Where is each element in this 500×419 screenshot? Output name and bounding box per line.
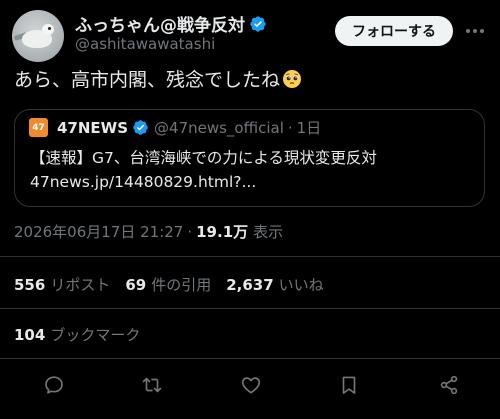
author-display-name[interactable]: ふっちゃん@戦争反対: [75, 11, 267, 36]
more-dot: [473, 29, 477, 33]
reposts-label: リポスト: [50, 276, 111, 294]
bookmarks-stat[interactable]: 104 ブックマーク: [14, 324, 140, 345]
share-icon[interactable]: [436, 372, 462, 398]
reply-icon[interactable]: [41, 372, 67, 398]
divider: [0, 358, 500, 359]
reposts-count: 556: [14, 275, 46, 294]
engagement-stats: 556 リポスト 69 件の引用 2,637 いいね: [14, 274, 339, 295]
quote-author-name[interactable]: 47NEWS: [57, 119, 128, 137]
repost-icon[interactable]: [139, 372, 165, 398]
tweet-text: あら、高市内閣、残念でしたね: [14, 69, 281, 91]
meta-separator: ·: [187, 222, 193, 241]
divider: [0, 256, 500, 257]
quote-body: 【速報】G7、台湾海峡での力による現状変更反対 47news.jp/144808…: [30, 146, 470, 194]
quotes-label: 件の引用: [151, 276, 212, 294]
bookmarks-count: 104: [14, 325, 46, 344]
quote-author-handle[interactable]: @47news_official: [154, 119, 284, 137]
quote-author-avatar[interactable]: 47: [29, 118, 48, 137]
verified-badge-icon: [249, 15, 267, 33]
likes-count: 2,637: [226, 275, 274, 294]
follow-button[interactable]: フォローする: [335, 16, 453, 46]
likes-stat[interactable]: 2,637 いいね: [226, 274, 323, 295]
reposts-stat[interactable]: 556 リポスト: [14, 274, 110, 295]
author-avatar[interactable]: [12, 10, 64, 62]
tweet-body: あら、高市内閣、残念でしたね: [14, 65, 302, 92]
views-label: 表示: [253, 223, 284, 241]
quote-text-line: 【速報】G7、台湾海峡での力による現状変更反対: [30, 149, 377, 167]
views-count[interactable]: 19.1万: [196, 221, 248, 242]
like-icon[interactable]: [238, 372, 264, 398]
quotes-count: 69: [125, 275, 147, 294]
quote-age[interactable]: 1日: [297, 117, 322, 138]
tweet-meta: 2026年06月17日 21:27 · 19.1万 表示: [14, 221, 283, 242]
author-display-name-text: ふっちゃん@戦争反対: [75, 16, 245, 36]
quote-link-line[interactable]: 47news.jp/14480829.html?...: [30, 170, 470, 194]
bookmark-icon[interactable]: [336, 372, 362, 398]
quoted-tweet-card[interactable]: 47 47NEWS @47news_official · 1日 【速報】G7、台…: [14, 109, 485, 207]
quote-verified-badge-icon: [132, 119, 150, 137]
author-handle[interactable]: @ashitawawatashi: [75, 35, 215, 53]
bookmarks-label: ブックマーク: [50, 326, 141, 344]
pleading-face-emoji: [282, 69, 302, 89]
tweet-timestamp[interactable]: 2026年06月17日 21:27: [14, 221, 183, 242]
divider: [0, 308, 500, 309]
avatar-bird-eye: [48, 27, 51, 30]
quote-separator: ·: [287, 118, 293, 137]
more-dot: [466, 29, 470, 33]
quote-header: 47NEWS @47news_official · 1日: [57, 117, 321, 138]
more-dot: [480, 29, 484, 33]
likes-label: いいね: [278, 276, 324, 294]
quotes-stat[interactable]: 69 件の引用: [125, 274, 211, 295]
quote-logo-text: 47: [32, 122, 45, 133]
action-bar: [0, 372, 500, 400]
more-options-icon[interactable]: [462, 19, 488, 43]
